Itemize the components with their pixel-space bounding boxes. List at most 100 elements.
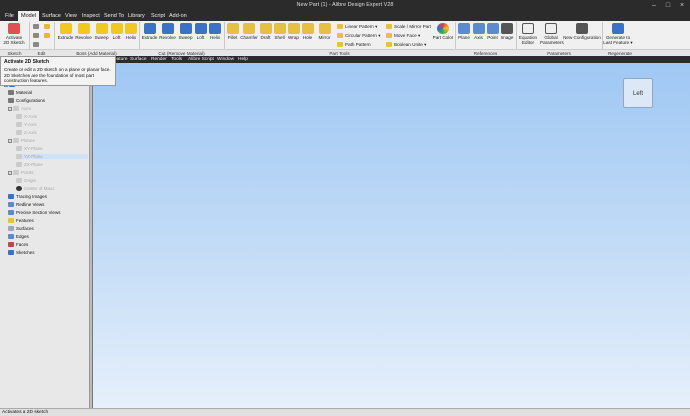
undo-icon[interactable] [44, 24, 52, 30]
menu-add-on[interactable]: Add-on [169, 13, 187, 19]
plane-icon [16, 154, 22, 159]
submenu-window[interactable]: Window [217, 57, 234, 62]
menu-view[interactable]: View [65, 13, 77, 19]
move-face-label: Move Face [394, 33, 417, 38]
shell-label: Shell [274, 35, 285, 40]
path-pattern-button[interactable]: Path Pattern [337, 42, 371, 48]
move-face-button[interactable]: Move Face ▾ [386, 33, 420, 39]
copy-icon[interactable] [33, 33, 41, 39]
tree-item-faces[interactable]: Faces [8, 242, 28, 247]
cut-extrude-button[interactable]: Extrude [141, 23, 158, 40]
view-cube[interactable]: Left [623, 78, 653, 108]
menu-file[interactable]: File [5, 13, 14, 19]
boss-revolve-button[interactable]: Revolve [75, 23, 92, 40]
collapse-icon[interactable]: – [8, 170, 12, 175]
axis-button[interactable]: Axis [472, 23, 485, 40]
minimize-icon[interactable]: – [648, 1, 660, 10]
menu-model[interactable]: Model [18, 11, 39, 21]
tree-item-x-axis[interactable]: X-Axis [16, 114, 37, 119]
wrap-button[interactable]: Wrap [287, 23, 300, 40]
tree-item-zx-plane[interactable]: ZX-Plane [16, 162, 43, 167]
generate-to-last-feature-button[interactable]: Generate to Last Feature ▾ [603, 23, 633, 46]
draft-button[interactable]: Draft [259, 23, 272, 40]
boss-sweep-icon [95, 23, 108, 34]
cut-helix-button[interactable]: Helix [208, 23, 222, 40]
tree-item-z-axis[interactable]: Z-Axis [16, 130, 37, 135]
tree-item-y-axis[interactable]: Y-Axis [16, 122, 37, 127]
redo-icon[interactable] [44, 33, 52, 39]
equation-editor-button[interactable]: Equation Editor [518, 23, 538, 45]
axis-icon [16, 130, 22, 135]
menu-send-to[interactable]: Send To [104, 13, 124, 19]
cut-revolve-button[interactable]: Revolve [159, 23, 176, 40]
global-parameters-button[interactable]: Global Parameters [540, 23, 564, 45]
new-configuration-button[interactable]: New Configuration [563, 23, 601, 40]
tree-item-configurations[interactable]: Configurations [8, 98, 45, 103]
submenu-help[interactable]: Help [238, 57, 248, 62]
image-label: Image [500, 35, 514, 40]
point-button[interactable]: Point [486, 23, 499, 40]
image-button[interactable]: Image [500, 23, 514, 40]
shell-button[interactable]: Shell [273, 23, 286, 40]
tree-item-features[interactable]: Features [8, 218, 34, 223]
regenerate-icon [612, 23, 624, 34]
title-bar: New Part (1) - Alibre Design Expert V28 … [0, 0, 690, 11]
tree-item-planes[interactable]: – Planes [8, 138, 35, 143]
tree-item-center-of-mass[interactable]: Center of Mass [16, 186, 55, 191]
circular-pattern-button[interactable]: Circular Pattern ▾ [337, 33, 381, 39]
tree-item-material[interactable]: Material [8, 90, 32, 95]
tree-item-redline-views[interactable]: Redline Views [8, 202, 44, 207]
boss-loft-button[interactable]: Loft [110, 23, 123, 40]
submenu-surface[interactable]: Surface [130, 57, 147, 62]
boss-loft-label: Loft [112, 35, 121, 40]
submenu-alibre-script[interactable]: Alibre Script [188, 57, 214, 62]
tree-item-tracing-images[interactable]: Tracing Images [8, 194, 47, 199]
cut-loft-button[interactable]: Loft [194, 23, 207, 40]
maximize-icon[interactable]: □ [662, 1, 674, 10]
ribbon-group-labels: Sketch Edit Boss (Add Material) Cut (Rem… [0, 49, 690, 56]
tree-item-surfaces[interactable]: Surfaces [8, 226, 34, 231]
chamfer-button[interactable]: Chamfer [240, 23, 258, 40]
hole-button[interactable]: Hole [301, 23, 314, 40]
tree-item-label: Origin [24, 178, 37, 183]
tree-item-points[interactable]: – Points [8, 170, 34, 175]
menu-library[interactable]: Library [128, 13, 145, 19]
fillet-button[interactable]: Fillet [226, 23, 239, 40]
paste-icon[interactable] [33, 42, 41, 48]
boss-extrude-button[interactable]: Extrude [57, 23, 74, 40]
tree-item-origin[interactable]: Origin [16, 178, 36, 183]
boss-sweep-button[interactable]: Sweep [93, 23, 110, 40]
edges-icon [8, 234, 14, 239]
tree-item-axes[interactable]: – Axes [8, 106, 31, 111]
part-color-button[interactable]: Part Color [432, 23, 454, 40]
menu-inspect[interactable]: Inspect [82, 13, 100, 19]
collapse-icon[interactable]: – [8, 138, 12, 143]
cut-loft-icon [194, 23, 207, 34]
mirror-button[interactable]: Mirror [316, 23, 333, 40]
close-icon[interactable]: × [676, 1, 688, 10]
mirror-icon [318, 23, 331, 34]
cut-icon[interactable] [33, 24, 41, 30]
plane-button[interactable]: Plane [457, 23, 471, 40]
scale-mirror-part-button[interactable]: Scale / Mirror Part [386, 24, 431, 30]
linear-pattern-button[interactable]: Linear Pattern ▾ [337, 24, 377, 30]
submenu-tools[interactable]: Tools [171, 57, 182, 62]
tree-item-xy-plane[interactable]: XY-Plane [16, 146, 43, 151]
boss-helix-button[interactable]: Helix [124, 23, 138, 40]
menu-surface[interactable]: Surface [42, 13, 61, 19]
menu-script[interactable]: Script [151, 13, 165, 19]
boolean-unite-button[interactable]: Boolean Unite ▾ [386, 42, 426, 48]
tree-item-yz-plane[interactable]: YZ-Plane [16, 154, 88, 159]
collapse-icon[interactable]: – [8, 106, 12, 111]
tree-item-edges[interactable]: Edges [8, 234, 29, 239]
activate-2d-sketch-button[interactable]: Activate 2D Sketch [3, 23, 25, 45]
cut-sweep-button[interactable]: Sweep [177, 23, 194, 40]
3d-viewport[interactable] [92, 63, 690, 408]
submenu-render[interactable]: Render [151, 57, 167, 62]
tree-item-label: ZX-Plane [24, 162, 43, 167]
tree-item-precise-section-views[interactable]: Precise Section Views [8, 210, 60, 215]
tree-item-sketches[interactable]: Sketches [8, 250, 35, 255]
boss-extrude-icon [59, 23, 72, 34]
boss-loft-icon [110, 23, 123, 34]
point-label: Point [487, 35, 498, 40]
